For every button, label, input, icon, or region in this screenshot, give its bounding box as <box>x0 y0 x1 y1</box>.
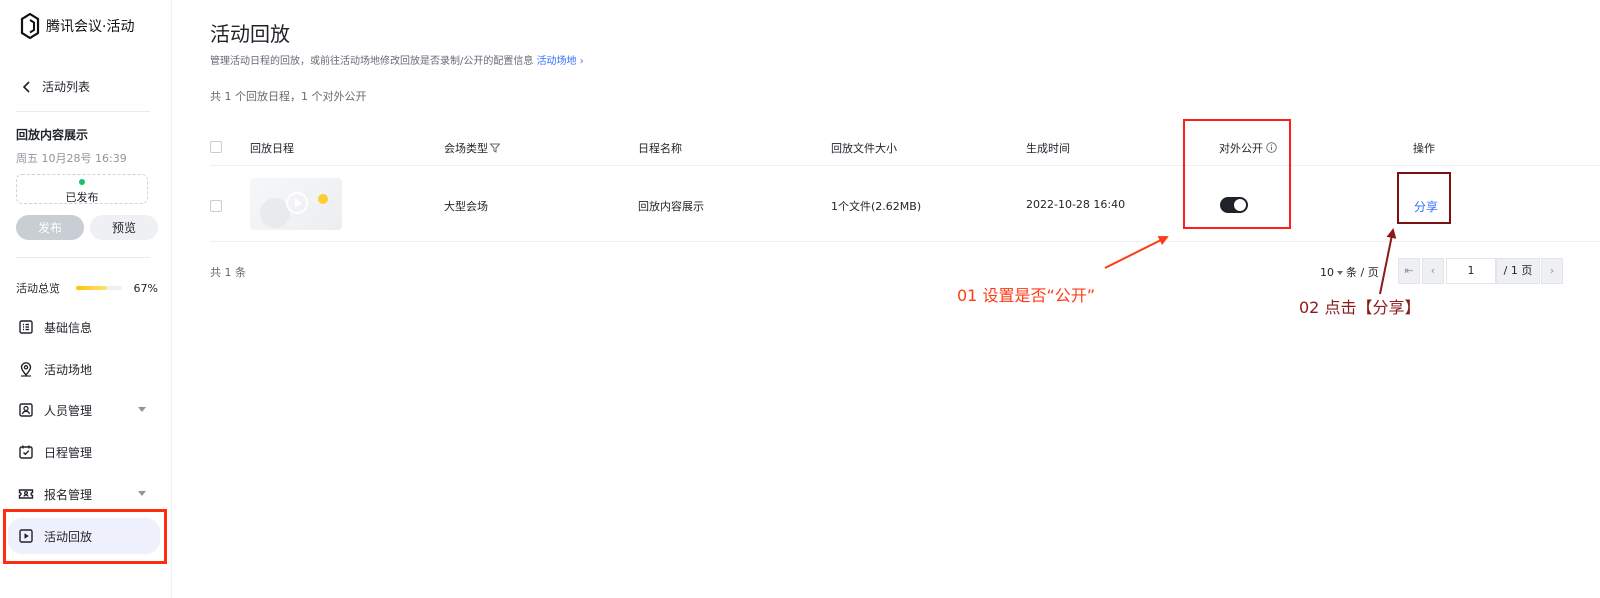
header-venue-type[interactable]: 会场类型 <box>444 140 500 156</box>
overview-label: 活动总览 <box>16 282 60 295</box>
overview-progress-bar <box>76 286 122 290</box>
header-venue-type-label: 会场类型 <box>444 142 488 155</box>
annotation-step-2: 02 点击【分享】 <box>1299 298 1421 317</box>
brand[interactable]: 腾讯会议·活动 <box>20 12 134 40</box>
status-dot-icon <box>79 179 85 185</box>
header-created-at: 生成时间 <box>1026 142 1070 155</box>
ticket-icon <box>18 489 34 499</box>
venue-settings-link[interactable]: 活动场地 › <box>537 56 584 67</box>
sidebar-item-basic-info[interactable]: 基础信息 <box>8 309 160 345</box>
thumbnail-decoration <box>318 194 328 204</box>
page-size-select[interactable]: 10 条 / 页 <box>1320 264 1379 280</box>
status-label: 已发布 <box>65 191 99 204</box>
first-page-button[interactable]: ⇤ <box>1398 258 1420 284</box>
overview-percent: 67% <box>133 281 158 295</box>
contact-card-icon <box>19 403 33 417</box>
sidebar-item-label: 基础信息 <box>44 320 93 335</box>
cell-created-at: 2022-10-28 16:40 <box>1026 198 1126 211</box>
sidebar-item-label: 报名管理 <box>44 487 93 502</box>
annotation-step-1: 01 设置是否“公开” <box>957 286 1096 305</box>
page-number-input[interactable]: 1 <box>1446 258 1496 284</box>
page-size-unit: 条 / 页 <box>1346 266 1379 279</box>
filter-icon[interactable] <box>490 143 500 153</box>
highlight-public-column <box>1183 119 1291 229</box>
header-actions: 操作 <box>1413 142 1435 155</box>
prev-page-button[interactable]: ‹ <box>1422 258 1444 284</box>
caret-down-icon <box>1337 271 1343 275</box>
list-icon <box>19 320 33 334</box>
location-icon <box>20 362 32 377</box>
highlight-replay-nav <box>3 509 167 564</box>
chevron-down-icon <box>138 407 146 412</box>
brand-name: 腾讯会议·活动 <box>46 19 135 35</box>
preview-button[interactable]: 预览 <box>90 215 158 240</box>
back-label: 活动列表 <box>42 80 91 94</box>
divider <box>16 257 150 258</box>
sidebar-item-schedule[interactable]: 日程管理 <box>8 434 160 470</box>
page-description: 管理活动日程的回放，或前往活动场地修改回放是否录制/公开的配置信息 活动场地 › <box>210 52 584 67</box>
chevron-down-icon <box>138 491 146 496</box>
sidebar-item-people[interactable]: 人员管理 <box>8 392 160 428</box>
sidebar: 腾讯会议·活动 活动列表 回放内容展示 周五 10月28号 16:39 已发布 … <box>0 0 172 598</box>
cell-file-size: 1个文件(2.62MB) <box>831 200 922 213</box>
publish-button[interactable]: 发布 <box>16 215 84 240</box>
sidebar-item-label: 日程管理 <box>44 445 93 460</box>
event-date: 周五 10月28号 16:39 <box>16 152 127 165</box>
select-all-checkbox[interactable] <box>210 141 222 153</box>
overview-progress-fill <box>76 286 107 290</box>
sidebar-item-venue[interactable]: 活动场地 <box>8 351 160 387</box>
page-description-text: 管理活动日程的回放，或前往活动场地修改回放是否录制/公开的配置信息 <box>210 56 534 67</box>
page-title: 活动回放 <box>210 22 290 46</box>
publish-status-badge: 已发布 <box>16 174 148 204</box>
cell-venue-type: 大型会场 <box>444 200 488 213</box>
sidebar-item-label: 人员管理 <box>44 403 93 418</box>
tencent-meeting-logo-icon <box>20 13 40 39</box>
sidebar-item-registration[interactable]: 报名管理 <box>8 476 160 512</box>
divider <box>16 111 150 112</box>
total-count: 共 1 条 <box>210 266 246 279</box>
table-header: 回放日程 会场类型 日程名称 回放文件大小 生成时间 对外公开 操作 <box>210 130 1600 166</box>
cell-schedule-name: 回放内容展示 <box>638 200 704 213</box>
table-row: 大型会场 回放内容展示 1个文件(2.62MB) 2022-10-28 16:4… <box>210 166 1600 242</box>
next-page-button[interactable]: › <box>1541 258 1563 284</box>
header-file-size: 回放文件大小 <box>831 142 897 155</box>
back-to-event-list[interactable]: 活动列表 <box>20 78 90 95</box>
row-checkbox[interactable] <box>210 200 222 212</box>
header-replay-schedule: 回放日程 <box>250 142 294 155</box>
highlight-share-button <box>1397 172 1451 224</box>
sidebar-item-label: 活动场地 <box>44 362 93 377</box>
event-title: 回放内容展示 <box>16 128 89 142</box>
header-schedule-name: 日程名称 <box>638 142 682 155</box>
replay-summary: 共 1 个回放日程，1 个对外公开 <box>210 90 367 103</box>
page-size-value: 10 <box>1320 266 1334 279</box>
calendar-check-icon <box>19 445 33 459</box>
total-pages: / 1 页 <box>1496 258 1540 284</box>
chevron-left-icon <box>22 80 30 93</box>
event-overview[interactable]: 活动总览 67% <box>16 280 158 296</box>
play-icon[interactable] <box>286 192 308 214</box>
replay-thumbnail[interactable] <box>250 178 342 230</box>
